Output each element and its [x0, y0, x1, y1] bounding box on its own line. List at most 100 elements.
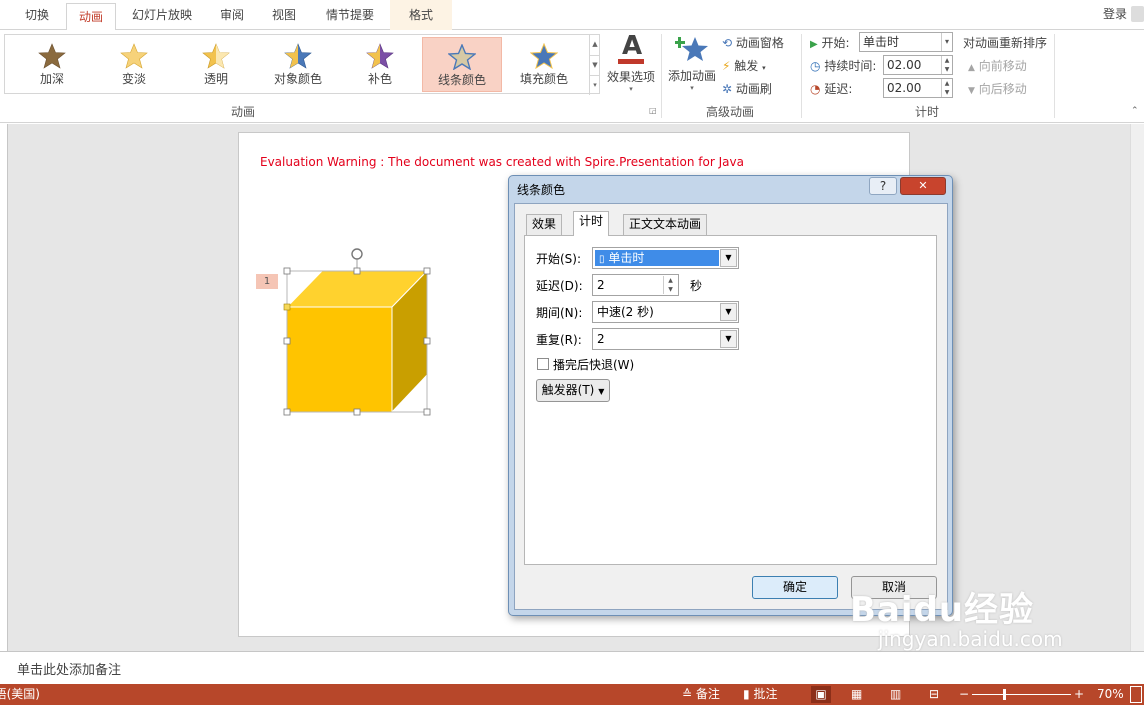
chevron-down-icon[interactable]: ▼	[720, 303, 737, 321]
fit-slide-icon[interactable]	[1130, 686, 1142, 703]
gallery-item-fill-color[interactable]: 填充颜色	[504, 37, 584, 92]
mouse-icon: ▯	[599, 254, 605, 265]
slideshow-view-icon[interactable]: ⊟	[929, 684, 939, 705]
user-icon[interactable]	[1131, 6, 1144, 22]
vertical-scrollbar[interactable]	[1130, 124, 1144, 651]
tab-storyboard[interactable]: 情节提要	[316, 0, 384, 30]
effect-options-button[interactable]: A 效果选项 ▾	[604, 31, 658, 98]
tab-slideshow[interactable]: 幻灯片放映	[122, 0, 202, 30]
zoom-out-icon[interactable]: −	[959, 684, 969, 705]
tab-transitions[interactable]: 切换	[10, 0, 64, 30]
zoom-slider[interactable]	[972, 689, 1071, 700]
reorder-label: 对动画重新排序	[963, 36, 1048, 50]
line-color-effect-dialog: 线条颜色 ? ✕ 效果 计时 正文文本动画 开始(S): ▯ 单击时 ▼ 延迟(…	[508, 175, 953, 616]
gallery-item-darken[interactable]: 加深	[12, 37, 92, 92]
login-link[interactable]: 登录	[1103, 0, 1127, 28]
baidu-jingyan-watermark: Baidu经验 jingyan.baidu.com	[850, 582, 1063, 651]
repeat-label: 重复(R):	[536, 333, 582, 347]
chevron-down-icon: ▼	[598, 387, 605, 396]
animation-pane-label: 动画窗格	[735, 36, 784, 50]
trigger-button[interactable]: ⚡ 触发 ▾	[722, 57, 766, 74]
gallery-item-transparency[interactable]: 透明	[176, 37, 256, 92]
gallery-item-lighten[interactable]: 变淡	[94, 37, 174, 92]
gallery-item-object-color[interactable]: 对象颜色	[258, 37, 338, 92]
tab-view[interactable]: 视图	[262, 0, 306, 30]
dialog-launcher-icon[interactable]: ◲	[649, 106, 657, 115]
delay-input[interactable]: 2 ▲ ▼	[592, 274, 679, 296]
tab-review[interactable]: 审阅	[210, 0, 254, 30]
help-button[interactable]: ?	[869, 177, 897, 195]
gallery-scroll-down[interactable]: ▼	[589, 55, 600, 75]
move-earlier-button[interactable]: ▲ 向前移动	[968, 57, 1027, 74]
zoom-in-icon[interactable]: +	[1074, 684, 1084, 705]
group-label-timing: 计时	[915, 105, 940, 119]
add-animation-label: 添加动画	[667, 69, 716, 83]
tab-timing[interactable]: 计时	[573, 211, 610, 236]
close-button[interactable]: ✕	[900, 177, 946, 195]
period-select[interactable]: 中速(2 秒) ▼	[592, 301, 739, 323]
spinner-arrows-icon[interactable]: ▲ ▼	[663, 276, 677, 294]
star-icon	[530, 43, 558, 69]
add-star-icon	[675, 37, 708, 61]
status-bar: 英语(美国) ≙ 备注 ▮ 批注 ▣ ▦ ▥ ⊟ − + 70%	[0, 684, 1144, 705]
comment-icon: ▮	[743, 687, 750, 701]
star-icon	[120, 43, 148, 69]
star-icon	[366, 43, 394, 69]
triggers-button[interactable]: 触发器(T) ▼	[536, 379, 610, 402]
animation-pane-button[interactable]: ⟲ 动画窗格	[722, 34, 784, 51]
rewind-label: 播完后快退(W)	[553, 358, 635, 372]
ribbon: 加深 变淡 透明 对象颜色 补色 线条颜色 填充颜色 ▲ ▼ ▾ A 效果选项 …	[0, 30, 1144, 123]
tab-format[interactable]: 格式	[390, 0, 452, 30]
add-animation-button[interactable]: 添加动画 ▾	[665, 32, 719, 98]
timing-duration-input[interactable]: 02.00 ▲ ▼	[883, 55, 953, 75]
rotate-handle-icon[interactable]	[351, 248, 363, 268]
star-icon	[448, 44, 476, 70]
ok-button[interactable]: 确定	[752, 576, 838, 599]
collapse-ribbon-icon[interactable]: ⌃	[1131, 106, 1139, 116]
trigger-label: 触发	[734, 59, 759, 73]
start-select[interactable]: ▯ 单击时 ▼	[592, 247, 739, 269]
thumbnail-pane-edge[interactable]	[0, 124, 8, 651]
language-indicator[interactable]: 英语(美国)	[0, 684, 40, 705]
ribbon-tab-bar: 切换 动画 幻灯片放映 审阅 视图 情节提要 格式 登录	[0, 0, 1144, 31]
slide-sorter-icon[interactable]: ▦	[851, 684, 862, 705]
spinner-arrows-icon[interactable]: ▲ ▼	[941, 79, 952, 97]
tab-animations[interactable]: 动画	[66, 3, 116, 31]
adjust-handle[interactable]	[283, 303, 291, 311]
period-label: 期间(N):	[536, 306, 583, 320]
repeat-select[interactable]: 2 ▼	[592, 328, 739, 350]
timing-start-select[interactable]: 单击时 ▾	[859, 32, 953, 52]
group-separator	[801, 34, 802, 118]
gallery-item-line-color[interactable]: 线条颜色	[422, 37, 502, 92]
start-selected-value: ▯ 单击时	[595, 250, 719, 266]
gallery-item-complementary[interactable]: 补色	[340, 37, 420, 92]
tab-effect[interactable]: 效果	[526, 214, 563, 235]
animation-painter-button[interactable]: ✲ 动画刷	[722, 80, 772, 97]
zoom-slider-thumb[interactable]	[1003, 689, 1006, 700]
star-icon	[38, 43, 66, 69]
move-later-button[interactable]: ▼ 向后移动	[968, 80, 1027, 97]
timing-delay-input[interactable]: 02.00 ▲ ▼	[883, 78, 953, 98]
gallery-scroll-up[interactable]: ▲	[589, 35, 600, 55]
gallery-more[interactable]: ▾	[589, 75, 600, 95]
rewind-checkbox[interactable]	[537, 358, 549, 370]
animation-order-tag[interactable]: 1	[256, 274, 278, 289]
cube-shape[interactable]	[279, 242, 449, 422]
tab-text-animation[interactable]: 正文文本动画	[623, 214, 708, 235]
reading-view-icon[interactable]: ▥	[890, 684, 901, 705]
group-separator	[661, 34, 662, 118]
notes-pane[interactable]: 单击此处添加备注	[0, 651, 1144, 684]
effect-options-label: 效果选项	[606, 70, 655, 84]
notes-toggle[interactable]: ≙ 备注	[682, 684, 720, 705]
painter-icon: ✲	[722, 82, 733, 96]
cube-front-face	[286, 306, 393, 413]
normal-view-icon[interactable]: ▣	[811, 686, 831, 703]
chevron-down-icon[interactable]: ▼	[720, 249, 737, 267]
chevron-down-icon[interactable]: ▾	[941, 33, 952, 51]
spinner-arrows-icon[interactable]: ▲ ▼	[941, 56, 952, 74]
notes-icon: ≙	[682, 687, 693, 701]
zoom-level[interactable]: 70%	[1097, 684, 1124, 705]
evaluation-warning-text: Evaluation Warning : The document was cr…	[260, 155, 744, 169]
comments-toggle[interactable]: ▮ 批注	[743, 684, 777, 705]
chevron-down-icon[interactable]: ▼	[720, 330, 737, 348]
